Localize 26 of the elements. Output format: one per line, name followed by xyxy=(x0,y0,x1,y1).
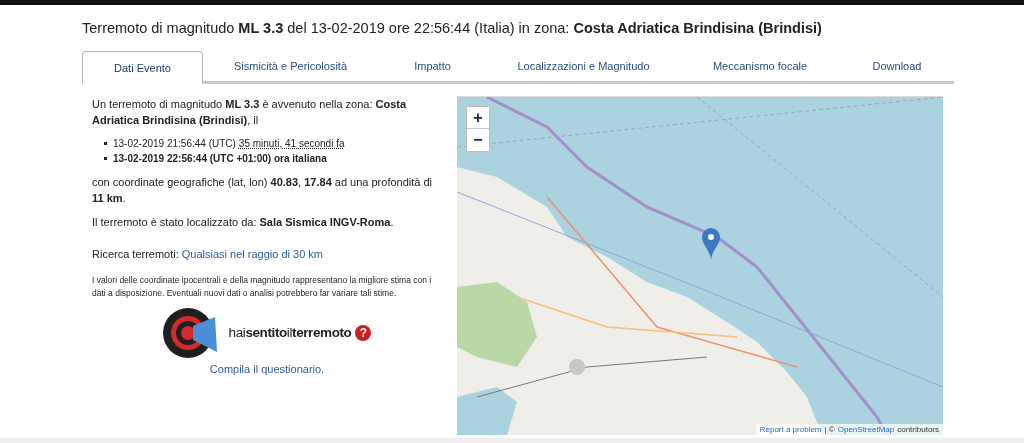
contributors-text: contributors xyxy=(897,425,939,434)
tab[interactable]: Download xyxy=(840,51,954,83)
openstreetmap-link[interactable]: OpenStreetMap xyxy=(837,425,895,434)
event-time: 13-02-2019 22:56:44 (UTC +01:00) ora italiana xyxy=(113,152,327,166)
search-link[interactable]: Qualsiasi nel raggio di 30 km xyxy=(181,248,324,260)
tab[interactable]: Meccanismo focale xyxy=(680,51,840,83)
report-problem-link[interactable]: Report a problem xyxy=(759,425,822,434)
event-time: 13-02-2019 21:56:44 (UTC) xyxy=(113,137,236,151)
question-icon: ? xyxy=(355,325,372,341)
coordinates-text: con coordinate geografiche (lat, lon) 40.83, 17.84 ad una profondità di 11 km. xyxy=(92,175,434,206)
bullet-icon xyxy=(104,142,107,145)
copyright-text: | © xyxy=(824,425,835,434)
questionnaire-link[interactable]: Compila il questionario. xyxy=(209,361,325,377)
elapsed-time: 35 minuti, 41 secondi fa xyxy=(238,137,345,151)
located-text: Il terremoto è stato localizzato da: Sala Sismica INGV-Roma. xyxy=(92,215,395,230)
page-title: Terremoto di magnitudo ML 3.3 del 13-02-2019 ore 22:56:44 (Italia) in zona: Costa Adriatica Brindisina (Brindisi) xyxy=(82,19,823,37)
tab[interactable]: Impatto xyxy=(378,51,487,83)
zoom-in-button[interactable]: + xyxy=(467,107,489,129)
disclaimer-text: I valori delle coordinate ipocentrali e della magnitudo rappresentano la migliore stima con i dati a disposizione. Eventuali nuovi dati o analisi potrebbero far variare tali stime. xyxy=(92,274,433,300)
bullet-icon xyxy=(104,157,107,160)
intro-text: Un terremoto di magnitudo ML 3.3 è avvenuto nella zona: Costa Adriatica Brindisina (Brindisi), il xyxy=(92,97,408,128)
tab[interactable]: Sismicità e Pericolosità xyxy=(203,51,378,83)
logo-wordmark: haisentitoilterremoto xyxy=(228,325,352,341)
tab[interactable]: Localizzazioni e Magnitudo xyxy=(487,51,680,83)
tab[interactable]: Dati Evento xyxy=(82,51,203,84)
search-label: Ricerca terremoti: xyxy=(92,248,179,260)
